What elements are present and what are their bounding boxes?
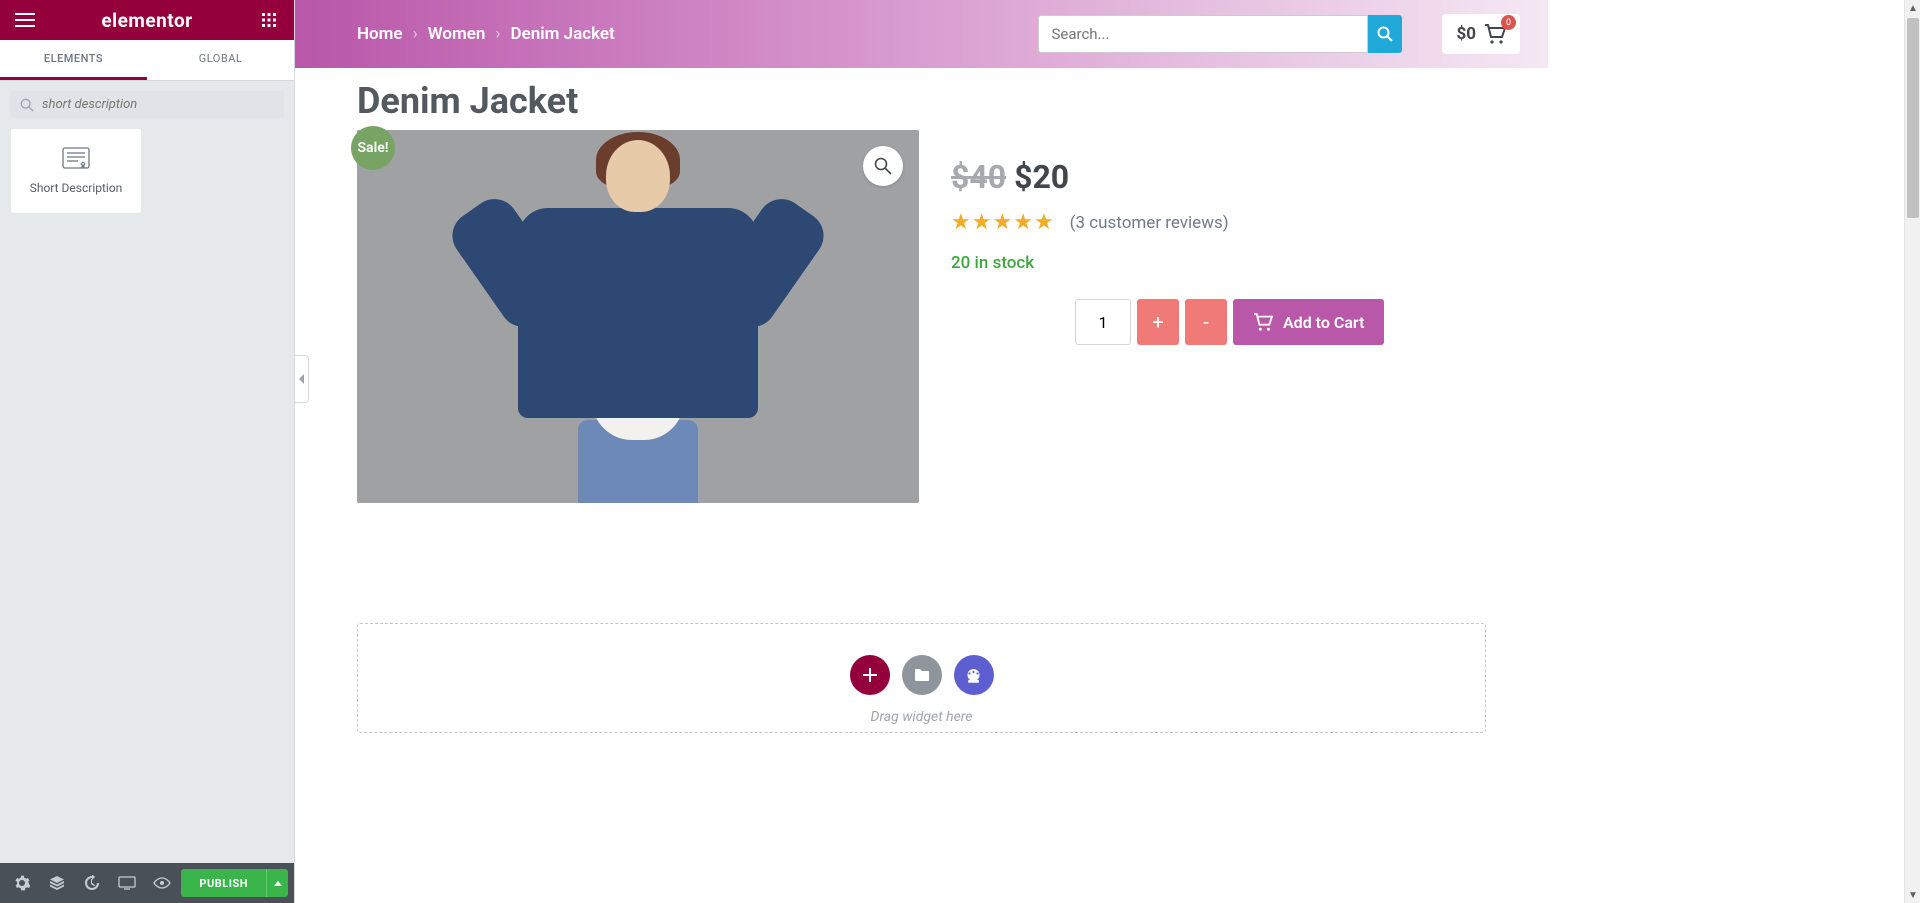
elementor-logo: elementor	[101, 9, 192, 32]
sidebar-footer: PUBLISH	[0, 863, 294, 903]
search-icon	[1377, 26, 1393, 42]
product-title: Denim Jacket	[357, 80, 1486, 122]
product-gallery: Sale!	[357, 130, 919, 503]
star-icon: ★	[1013, 210, 1033, 235]
publish-button[interactable]: PUBLISH	[181, 869, 266, 897]
folder-icon	[914, 668, 930, 682]
apps-grid-icon[interactable]	[256, 7, 282, 33]
publish-group: PUBLISH	[181, 869, 288, 897]
cart-total: $0	[1456, 24, 1476, 44]
sale-badge: Sale!	[351, 126, 395, 170]
price-line: $40 $20	[951, 158, 1486, 196]
review-count-link[interactable]: (3 customer reviews)	[1070, 213, 1229, 233]
mini-cart[interactable]: $0 0	[1442, 14, 1520, 54]
star-icon: ★	[992, 210, 1012, 235]
navigator-icon[interactable]	[41, 863, 72, 903]
scroll-thumb[interactable]	[1907, 18, 1919, 218]
tab-elements[interactable]: ELEMENTS	[0, 40, 147, 80]
breadcrumb: Home › Women › Denim Jacket	[357, 24, 615, 44]
add-to-cart-row: + - Add to Cart	[1075, 299, 1486, 345]
breadcrumb-women[interactable]: Women	[428, 24, 486, 44]
settings-icon[interactable]	[6, 863, 37, 903]
product-summary: $40 $20 ★ ★ ★ ★ ★ (3 customer reviews) 2…	[951, 130, 1486, 345]
rating-line: ★ ★ ★ ★ ★ (3 customer reviews)	[951, 210, 1486, 235]
site-topbar: Home › Women › Denim Jacket $0 0	[295, 0, 1548, 68]
dropzone-actions	[850, 655, 994, 695]
stock-status: 20 in stock	[951, 253, 1486, 273]
site-search	[1038, 15, 1402, 53]
product-row: Sale! $40 $20	[357, 130, 1486, 503]
star-icon: ★	[1034, 210, 1054, 235]
add-to-cart-label: Add to Cart	[1283, 313, 1364, 332]
publish-options-caret[interactable]	[266, 869, 288, 897]
add-to-cart-button[interactable]: Add to Cart	[1233, 299, 1384, 345]
quantity-input[interactable]	[1075, 299, 1131, 345]
search-icon	[20, 98, 34, 112]
add-template-button[interactable]	[902, 655, 942, 695]
magnifier-icon	[874, 157, 892, 175]
product-image[interactable]	[357, 130, 919, 503]
scroll-up-arrow[interactable]: ▲	[1905, 0, 1920, 16]
add-section-button[interactable]	[850, 655, 890, 695]
short-description-icon	[62, 147, 90, 171]
tab-global[interactable]: GLOBAL	[147, 40, 294, 80]
widget-dropzone[interactable]: Drag widget here	[357, 623, 1486, 733]
cart-count-badge: 0	[1501, 15, 1516, 30]
add-global-button[interactable]	[954, 655, 994, 695]
widget-search-input[interactable]	[42, 97, 274, 112]
browser-scrollbar[interactable]: ▲ ▼	[1904, 0, 1920, 903]
image-zoom-button[interactable]	[863, 146, 903, 186]
cart-icon	[1253, 313, 1273, 331]
sidebar-tabs: ELEMENTS GLOBAL	[0, 40, 294, 81]
history-icon[interactable]	[76, 863, 107, 903]
menu-icon[interactable]	[12, 7, 38, 33]
preview-icon[interactable]	[146, 863, 177, 903]
widget-list: Short Description	[0, 128, 294, 214]
responsive-icon[interactable]	[111, 863, 142, 903]
sale-price: $20	[1014, 158, 1069, 196]
dropzone-hint: Drag widget here	[871, 709, 973, 725]
widget-short-description[interactable]: Short Description	[10, 128, 142, 214]
widget-search	[10, 91, 284, 118]
preview-canvas: Home › Women › Denim Jacket $0 0 Denim J…	[295, 0, 1548, 903]
chevron-right-icon: ›	[495, 24, 500, 44]
site-search-button[interactable]	[1368, 15, 1402, 53]
sidebar-header: elementor	[0, 0, 294, 40]
product-page: Denim Jacket Sale!	[295, 68, 1548, 773]
scroll-down-arrow[interactable]: ▼	[1905, 887, 1920, 903]
site-search-input[interactable]	[1038, 15, 1368, 53]
globe-icon	[965, 667, 982, 684]
widget-label: Short Description	[30, 181, 123, 195]
breadcrumb-current: Denim Jacket	[511, 24, 615, 44]
plus-icon	[862, 667, 878, 683]
chevron-right-icon: ›	[413, 24, 418, 44]
elementor-sidebar: elementor ELEMENTS GLOBAL Short Descript…	[0, 0, 295, 903]
star-icon: ★	[972, 210, 992, 235]
quantity-plus-button[interactable]: +	[1137, 299, 1179, 345]
star-rating: ★ ★ ★ ★ ★	[951, 210, 1054, 235]
breadcrumb-home[interactable]: Home	[357, 24, 403, 44]
old-price: $40	[951, 158, 1006, 196]
star-icon: ★	[951, 210, 971, 235]
quantity-minus-button[interactable]: -	[1185, 299, 1227, 345]
